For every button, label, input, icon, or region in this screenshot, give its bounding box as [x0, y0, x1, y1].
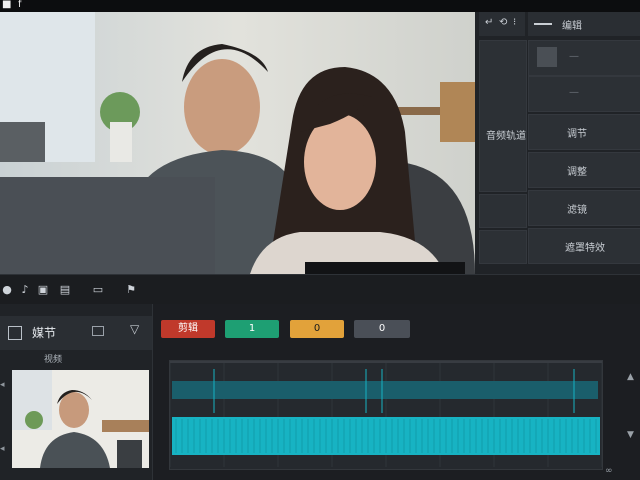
side-marker-icon: ◂ — [0, 380, 5, 390]
left-slot-2[interactable] — [479, 230, 527, 264]
track-chip-3[interactable]: 0 — [354, 320, 410, 338]
panel-left-header: ↵ ⟲ ⁝ — [479, 12, 525, 36]
row-label: 滤镜 — [567, 205, 587, 216]
timeline-panel: 剪辑 1 0 0 ▲ ▼ ∞ — [152, 304, 640, 480]
row-filter[interactable]: 滤镜 — [528, 190, 640, 226]
media-sub-label: 视频 — [44, 355, 63, 365]
track-chip-2[interactable]: 0 — [290, 320, 344, 338]
top-bar: ■ f — [0, 0, 640, 12]
row-label: 调整 — [567, 167, 587, 178]
minus-icon[interactable]: ▭ — [90, 283, 106, 297]
row-adjust[interactable]: 调节 — [528, 114, 640, 150]
more-icon[interactable]: ⁝ — [513, 17, 516, 28]
video-preview[interactable] — [0, 12, 475, 274]
scroll-down-icon[interactable]: ▼ — [627, 430, 634, 440]
row-label: 调节 — [567, 129, 587, 140]
track-chip-1[interactable]: 1 — [225, 320, 279, 338]
refresh-icon[interactable]: ⟲ — [499, 17, 507, 28]
track-waveforms — [169, 361, 603, 467]
panel-title: 编辑 — [562, 21, 582, 32]
select-checkbox[interactable] — [8, 326, 22, 340]
menu-glyph[interactable]: f — [18, 0, 22, 10]
media-header: 媒节 ▽ — [0, 316, 152, 350]
panel-right-header: 编辑 — [528, 12, 640, 36]
dot-icon[interactable]: ● — [0, 283, 14, 297]
app-glyph: ■ — [2, 0, 12, 10]
loop-icon[interactable]: ∞ — [605, 466, 613, 476]
row-mask-effect[interactable]: 遮罩特效 — [528, 228, 640, 264]
row-tweak[interactable]: 调整 — [528, 152, 640, 188]
audio-track-label: 音频轨道 — [486, 131, 526, 142]
thumbnail-image — [12, 370, 149, 468]
image-icon[interactable]: ▤ — [58, 283, 72, 297]
media-panel: 媒节 ▽ 视频 ◂ ◂ — [0, 304, 152, 480]
film-icon[interactable]: ▣ — [36, 283, 50, 297]
track-area[interactable] — [169, 360, 603, 470]
line-icon — [534, 23, 552, 25]
row-swatch[interactable]: — — [528, 40, 640, 76]
row-label: — — [569, 87, 579, 98]
row-label: — — [569, 51, 579, 62]
row-2[interactable]: — — [528, 76, 640, 112]
media-thumbnail[interactable] — [12, 370, 149, 468]
window-icon[interactable] — [92, 326, 104, 336]
chevron-down-icon[interactable]: ▽ — [130, 322, 139, 336]
left-slot-1[interactable] — [479, 194, 527, 228]
return-icon[interactable]: ↵ — [485, 17, 493, 28]
audio-track-block[interactable]: 音频轨道 — [479, 40, 527, 192]
side-marker-icon-2: ◂ — [0, 444, 5, 454]
preview-frame — [0, 12, 475, 274]
row-label: 遮罩特效 — [565, 243, 605, 254]
video-track — [172, 381, 598, 399]
media-title: 媒节 — [32, 326, 57, 340]
scroll-up-icon[interactable]: ▲ — [627, 372, 634, 382]
cut-chip[interactable]: 剪辑 — [161, 320, 215, 338]
crop-icon[interactable]: ⚑ — [124, 283, 138, 297]
edit-toolbar: ● ♪ ▣ ▤ ▭ ⚑ — [0, 274, 640, 304]
properties-panel: ↵ ⟲ ⁝ 编辑 音频轨道 — — 调节 调整 滤镜 遮罩特效 — [475, 12, 640, 274]
color-swatch[interactable] — [537, 47, 557, 67]
speaker-icon[interactable]: ♪ — [18, 283, 32, 297]
